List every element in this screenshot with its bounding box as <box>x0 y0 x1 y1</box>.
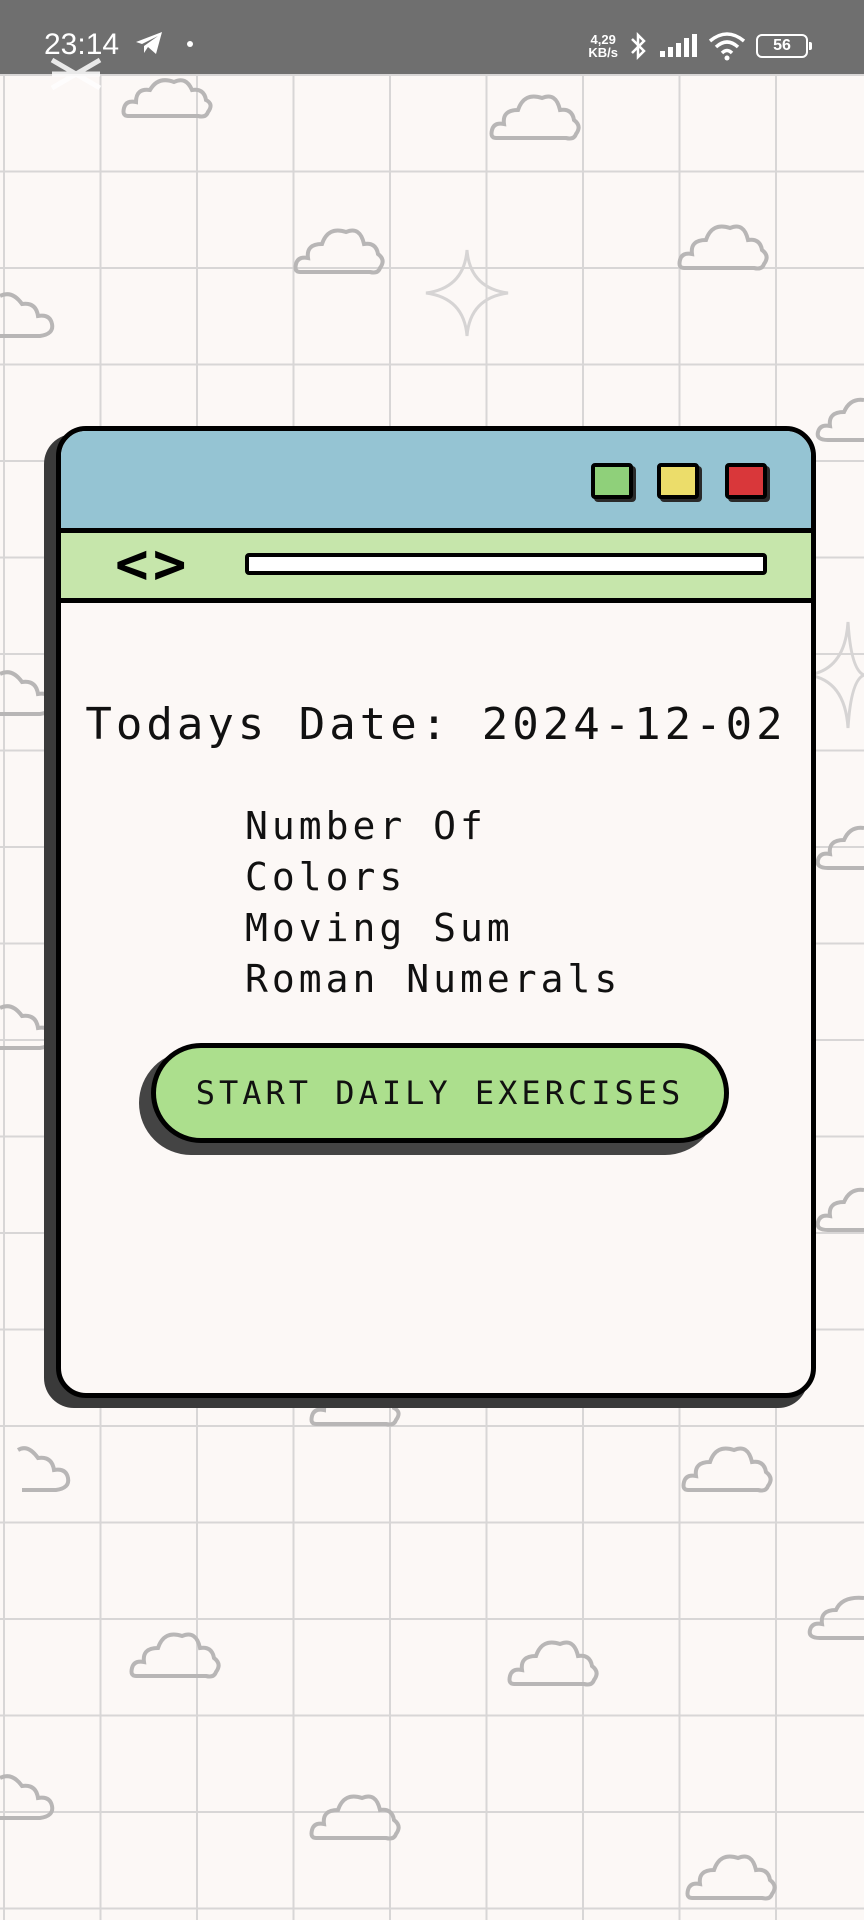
address-input[interactable] <box>245 553 767 575</box>
cloud-icon <box>807 1595 864 1640</box>
cloud-icon <box>121 78 213 119</box>
sparkle-icon <box>425 249 509 337</box>
network-speed-unit: KB/s <box>588 45 618 60</box>
battery-indicator: 56 <box>756 34 812 58</box>
signal-icon <box>660 34 697 57</box>
telegram-icon <box>136 32 162 54</box>
app-logo-icon <box>50 57 102 91</box>
cloud-icon <box>16 1446 71 1492</box>
cloud-icon <box>677 224 769 271</box>
status-bar: 23:14 4,29 KB/s 56 <box>0 0 864 91</box>
cloud-icon <box>0 1774 55 1820</box>
cloud-icon <box>815 1187 864 1232</box>
window-button-red[interactable] <box>725 463 767 499</box>
window-button-yellow[interactable] <box>657 463 699 499</box>
network-speed: 4,29 KB/s <box>588 33 618 59</box>
window-addressbar: <> <box>61 533 811 603</box>
cloud-icon <box>489 94 581 141</box>
window-titlebar <box>61 431 811 533</box>
status-right-group: 4,29 KB/s 56 <box>588 26 812 66</box>
wifi-icon <box>708 32 746 61</box>
cloud-icon <box>681 1446 773 1493</box>
cloud-icon <box>0 292 55 338</box>
bluetooth-icon <box>631 31 646 61</box>
cloud-icon <box>129 1632 221 1679</box>
exercise-list: Number Of Colors Moving Sum Roman Numera… <box>245 801 621 1005</box>
list-item: Roman Numerals <box>245 957 622 1001</box>
cloud-icon <box>815 825 864 870</box>
list-item: Colors <box>245 855 407 899</box>
status-notification-icons <box>134 30 196 56</box>
list-item: Number Of <box>245 804 487 848</box>
cloud-icon <box>293 228 385 275</box>
start-daily-exercises-button[interactable]: START DAILY EXERCISES <box>151 1043 729 1143</box>
window-card: <> Todays Date: 2024-12-02 Number Of Col… <box>56 426 816 1398</box>
list-item: Moving Sum <box>245 906 514 950</box>
cloud-icon <box>507 1640 599 1687</box>
todays-date: Todays Date: 2024-12-02 <box>85 699 787 750</box>
window-button-green[interactable] <box>591 463 633 499</box>
code-icon: <> <box>115 532 191 597</box>
cloud-icon <box>309 1794 401 1841</box>
cloud-icon <box>685 1854 777 1901</box>
cloud-icon <box>815 397 864 442</box>
dot-icon <box>186 41 193 47</box>
